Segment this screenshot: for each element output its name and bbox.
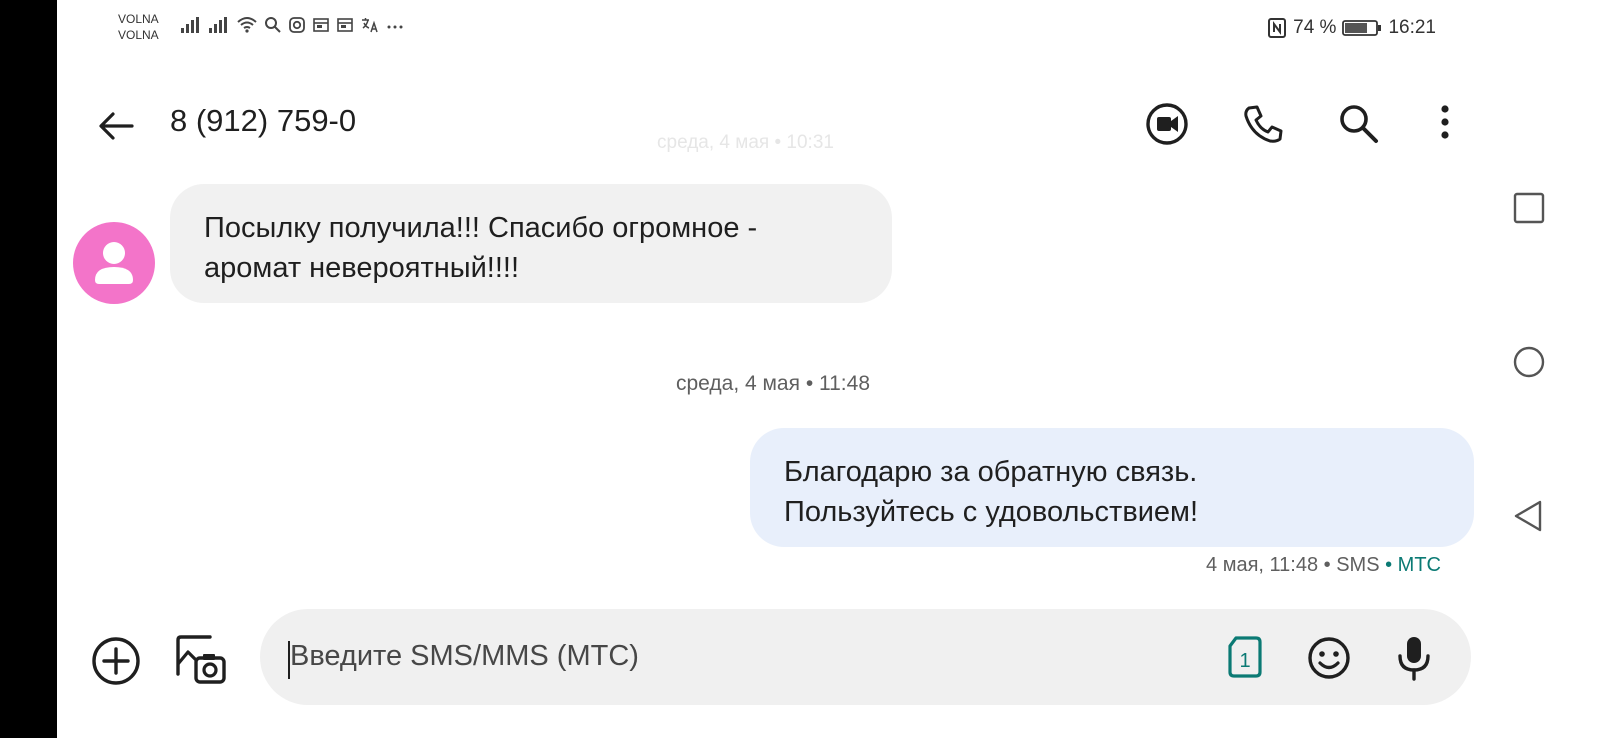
phone-icon[interactable]: [1240, 101, 1286, 147]
message-composer[interactable]: Введите SMS/MMS (МТС) 1: [260, 609, 1471, 705]
person-icon: [95, 242, 133, 284]
sim-card-icon: 1: [1228, 636, 1262, 678]
nfc-icon: [1267, 17, 1287, 39]
battery-percent: 74 %: [1293, 17, 1337, 38]
instagram-icon: [288, 16, 306, 34]
voice-input-button[interactable]: [1392, 634, 1436, 682]
emoji-button[interactable]: [1306, 635, 1352, 681]
incoming-message-line: Посылку получила!!! Спасибо огромное -: [204, 212, 758, 244]
signal-icon: [180, 16, 202, 34]
message-carrier: • МТС: [1380, 554, 1441, 576]
battery-icon: [1342, 18, 1382, 38]
notification-icon: [336, 16, 354, 34]
back-arrow-icon[interactable]: [94, 104, 138, 148]
message-meta-text: 4 мая, 11:48 • SMS: [1206, 554, 1380, 576]
clock: 16:21: [1388, 17, 1436, 38]
search-icon[interactable]: [1336, 101, 1382, 147]
message-carrier-sep: •: [1379, 554, 1398, 576]
status-icons: [180, 16, 404, 34]
message-meta: 4 мая, 11:48 • SMS • МТС: [1206, 554, 1441, 577]
emoji-icon: [1308, 637, 1350, 679]
date-separator-text: среда, 4 мая • 11:48: [675, 372, 870, 395]
carrier-names: VOLNA VOLNA: [118, 11, 159, 43]
date-separator: среда, 4 мая • 11:48: [0, 372, 1546, 396]
sim-number: 1: [1239, 650, 1250, 672]
gallery-camera-button[interactable]: [170, 630, 230, 690]
outgoing-message-line: Пользуйтесь с удовольствием!: [784, 496, 1199, 528]
status-right: 74 % 16:21: [1267, 17, 1436, 39]
message-carrier-name: МТС: [1397, 554, 1441, 576]
sim-select-button[interactable]: 1: [1226, 635, 1266, 679]
signal-icon: [208, 16, 230, 34]
add-attachment-button[interactable]: [88, 633, 144, 689]
carrier-2: VOLNA: [118, 28, 159, 42]
search-icon: [264, 16, 282, 34]
video-call-icon[interactable]: [1144, 101, 1190, 147]
back-nav-icon[interactable]: [1509, 496, 1549, 536]
notification-icon: [312, 16, 330, 34]
translate-icon: [360, 16, 380, 34]
outgoing-message-line: Благодарю за обратную связь.: [784, 456, 1198, 488]
incoming-message-bubble[interactable]: Посылку получила!!! Спасибо огромное - а…: [170, 184, 892, 303]
more-vert-icon[interactable]: [1423, 101, 1469, 147]
gallery-camera-icon: [176, 635, 226, 684]
contact-title: 8 (912) 759-0: [170, 103, 357, 138]
home-icon[interactable]: [1509, 342, 1549, 382]
left-edge-bar: [0, 0, 57, 738]
more-icon: [386, 16, 404, 34]
wifi-icon: [236, 16, 258, 34]
outgoing-message-bubble[interactable]: Благодарю за обратную связь. Пользуйтесь…: [750, 428, 1474, 547]
plus-circle-icon: [92, 637, 140, 685]
avatar[interactable]: [73, 222, 155, 304]
recent-apps-icon[interactable]: [1509, 188, 1549, 228]
incoming-message-line: аромат невероятный!!!!: [204, 252, 520, 284]
microphone-icon: [1398, 637, 1430, 681]
message-input[interactable]: Введите SMS/MMS (МТС): [290, 640, 639, 673]
carrier-1: VOLNA: [118, 12, 159, 26]
status-bar: VOLNA VOLNA 74 % 16:21: [57, 0, 1514, 60]
ghost-timestamp: среда, 4 мая • 10:31: [657, 132, 834, 153]
